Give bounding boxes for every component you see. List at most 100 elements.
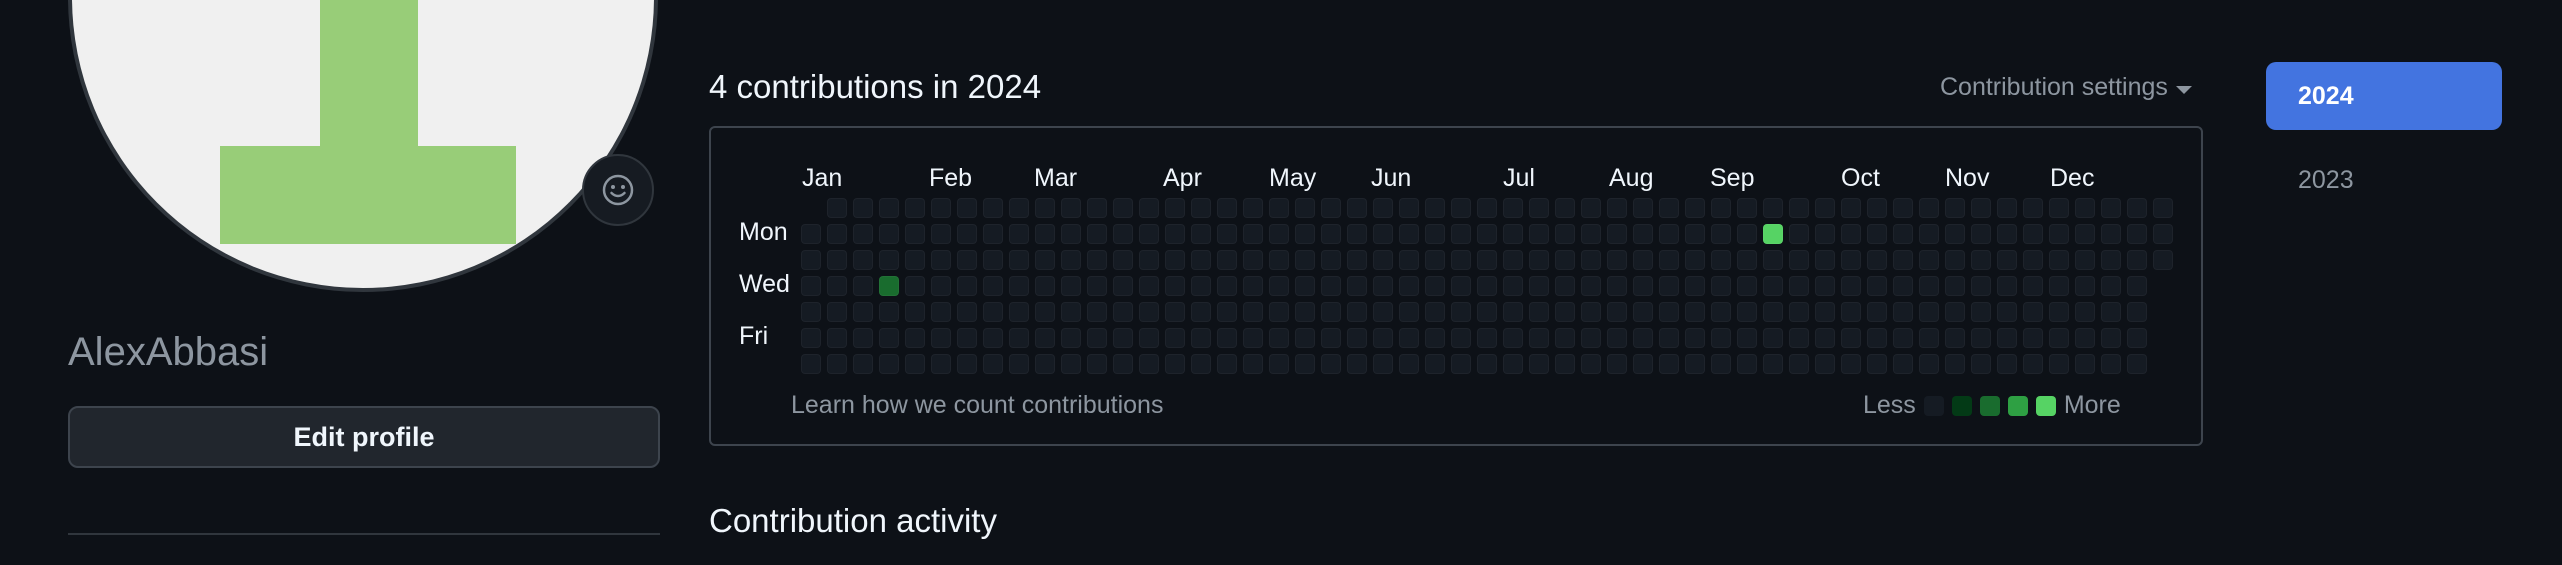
contribution-day[interactable] bbox=[1477, 302, 1497, 322]
contribution-day[interactable] bbox=[1789, 224, 1809, 244]
contribution-day[interactable] bbox=[1451, 302, 1471, 322]
contribution-day[interactable] bbox=[1555, 328, 1575, 348]
contribution-day[interactable] bbox=[1997, 328, 2017, 348]
contribution-day[interactable] bbox=[957, 328, 977, 348]
contribution-day[interactable] bbox=[1945, 328, 1965, 348]
contribution-day[interactable] bbox=[1113, 328, 1133, 348]
contribution-day[interactable] bbox=[801, 302, 821, 322]
contribution-day[interactable] bbox=[1815, 302, 1835, 322]
contribution-day[interactable] bbox=[1035, 328, 1055, 348]
contribution-day[interactable] bbox=[2023, 302, 2043, 322]
contribution-day[interactable] bbox=[879, 198, 899, 218]
contribution-day[interactable] bbox=[1607, 276, 1627, 296]
contribution-day[interactable] bbox=[1139, 354, 1159, 374]
contribution-day[interactable] bbox=[1867, 328, 1887, 348]
contribution-day[interactable] bbox=[1243, 302, 1263, 322]
contribution-day[interactable] bbox=[1555, 276, 1575, 296]
contribution-day[interactable] bbox=[1685, 302, 1705, 322]
contribution-day[interactable] bbox=[879, 302, 899, 322]
contribution-day[interactable] bbox=[1581, 250, 1601, 270]
contribution-day[interactable] bbox=[2127, 354, 2147, 374]
contribution-day[interactable] bbox=[1841, 198, 1861, 218]
contribution-day[interactable] bbox=[1919, 224, 1939, 244]
contribution-day[interactable] bbox=[1919, 328, 1939, 348]
contribution-day[interactable] bbox=[1893, 328, 1913, 348]
contribution-day[interactable] bbox=[1633, 250, 1653, 270]
contribution-day[interactable] bbox=[827, 302, 847, 322]
contribution-day[interactable] bbox=[1217, 302, 1237, 322]
contribution-day[interactable] bbox=[2023, 224, 2043, 244]
contribution-day[interactable] bbox=[853, 198, 873, 218]
contribution-day[interactable] bbox=[1061, 276, 1081, 296]
contribution-day[interactable] bbox=[1633, 354, 1653, 374]
contribution-day[interactable] bbox=[1607, 224, 1627, 244]
contribution-day[interactable] bbox=[1841, 354, 1861, 374]
contribution-day[interactable] bbox=[1035, 198, 1055, 218]
contribution-day[interactable] bbox=[1971, 224, 1991, 244]
contribution-day[interactable] bbox=[1217, 354, 1237, 374]
contribution-day[interactable] bbox=[1217, 328, 1237, 348]
contribution-day[interactable] bbox=[853, 302, 873, 322]
contribution-day[interactable] bbox=[2101, 276, 2121, 296]
contribution-day[interactable] bbox=[1243, 224, 1263, 244]
contribution-day[interactable] bbox=[1945, 198, 1965, 218]
contribution-day[interactable] bbox=[1841, 224, 1861, 244]
contribution-day[interactable] bbox=[1243, 276, 1263, 296]
contribution-day[interactable] bbox=[1893, 302, 1913, 322]
contribution-day[interactable] bbox=[1971, 276, 1991, 296]
contribution-day[interactable] bbox=[879, 354, 899, 374]
contribution-day[interactable] bbox=[1425, 250, 1445, 270]
contribution-day[interactable] bbox=[1477, 250, 1497, 270]
contribution-day[interactable] bbox=[1789, 198, 1809, 218]
contribution-day[interactable] bbox=[853, 328, 873, 348]
contribution-day[interactable] bbox=[1997, 302, 2017, 322]
contribution-day[interactable] bbox=[1139, 198, 1159, 218]
contribution-day[interactable] bbox=[1581, 302, 1601, 322]
contribution-day[interactable] bbox=[1243, 198, 1263, 218]
contribution-day[interactable] bbox=[1659, 198, 1679, 218]
contribution-day[interactable] bbox=[1347, 302, 1367, 322]
contribution-day[interactable] bbox=[1451, 198, 1471, 218]
contribution-day[interactable] bbox=[2023, 276, 2043, 296]
contribution-day[interactable] bbox=[1373, 198, 1393, 218]
contribution-day[interactable] bbox=[1503, 328, 1523, 348]
contribution-day[interactable] bbox=[1685, 250, 1705, 270]
contribution-day[interactable] bbox=[1971, 198, 1991, 218]
contribution-day[interactable] bbox=[1061, 354, 1081, 374]
contribution-day[interactable] bbox=[1997, 250, 2017, 270]
contribution-day[interactable] bbox=[1685, 354, 1705, 374]
contribution-day[interactable] bbox=[1867, 302, 1887, 322]
contribution-day[interactable] bbox=[2049, 276, 2069, 296]
contribution-day[interactable] bbox=[1425, 276, 1445, 296]
contribution-day[interactable] bbox=[957, 198, 977, 218]
contribution-day[interactable] bbox=[957, 250, 977, 270]
contribution-day[interactable] bbox=[1217, 250, 1237, 270]
contribution-day[interactable] bbox=[931, 198, 951, 218]
contribution-day[interactable] bbox=[1451, 276, 1471, 296]
contribution-day[interactable] bbox=[1945, 276, 1965, 296]
contribution-day[interactable] bbox=[1529, 224, 1549, 244]
contribution-day[interactable] bbox=[1841, 328, 1861, 348]
contribution-day[interactable] bbox=[1945, 250, 1965, 270]
contribution-day[interactable] bbox=[1139, 302, 1159, 322]
contribution-day[interactable] bbox=[1503, 224, 1523, 244]
contribution-day[interactable] bbox=[827, 276, 847, 296]
contribution-day[interactable] bbox=[2075, 276, 2095, 296]
contribution-day[interactable] bbox=[1087, 276, 1107, 296]
contribution-day[interactable] bbox=[1945, 302, 1965, 322]
contribution-day[interactable] bbox=[1113, 276, 1133, 296]
contribution-day[interactable] bbox=[1269, 328, 1289, 348]
contribution-day[interactable] bbox=[1373, 354, 1393, 374]
contribution-day[interactable] bbox=[1269, 224, 1289, 244]
contribution-day[interactable] bbox=[1737, 198, 1757, 218]
contribution-day[interactable] bbox=[1581, 354, 1601, 374]
contribution-day[interactable] bbox=[905, 302, 925, 322]
contribution-day[interactable] bbox=[1789, 302, 1809, 322]
contribution-day[interactable] bbox=[1763, 224, 1783, 244]
contribution-day[interactable] bbox=[1997, 276, 2017, 296]
contribution-day[interactable] bbox=[1425, 198, 1445, 218]
avatar[interactable] bbox=[68, 0, 658, 292]
year-button-2024[interactable]: 2024 bbox=[2266, 62, 2502, 130]
contribution-day[interactable] bbox=[1503, 198, 1523, 218]
contribution-day[interactable] bbox=[1087, 250, 1107, 270]
